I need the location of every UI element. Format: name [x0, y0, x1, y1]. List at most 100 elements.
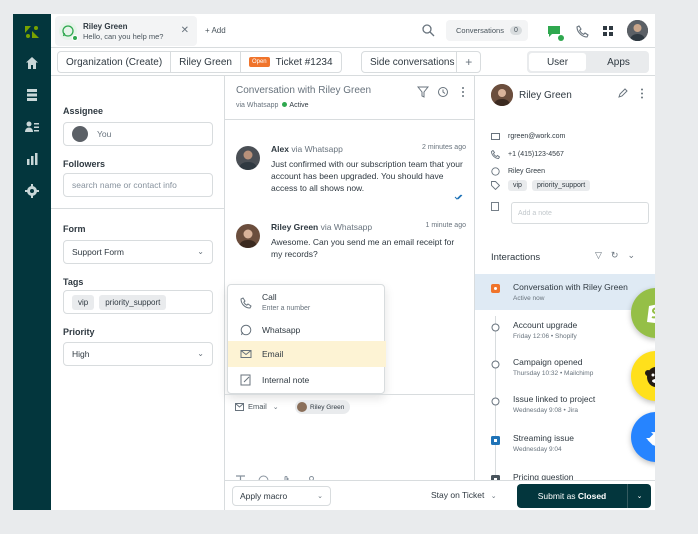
- search-icon[interactable]: [421, 23, 435, 37]
- assignee-field[interactable]: You: [63, 122, 213, 146]
- author-name: Alex: [271, 144, 289, 154]
- interaction-item[interactable]: Streaming issue Wednesday 9:04: [475, 433, 655, 463]
- interaction-title: Account upgrade: [513, 320, 578, 330]
- interaction-item[interactable]: Account upgrade Friday 12:06 • Shopify: [475, 320, 655, 350]
- channel-menu: Call Enter a number Whatsapp Email Inter…: [227, 284, 386, 394]
- message-time: 1 minute ago: [425, 222, 466, 229]
- ticket-marker-icon: [491, 436, 500, 445]
- conversation-marker-icon: [491, 284, 500, 293]
- views-icon[interactable]: [23, 86, 41, 104]
- channel-sublabel: Enter a number: [262, 305, 311, 312]
- conversations-button[interactable]: Conversations 0: [446, 20, 528, 41]
- conversations-label: Conversations: [456, 26, 504, 35]
- apply-macro-select[interactable]: Apply macro ⌄: [232, 486, 331, 506]
- chevron-down-icon: ⌄: [272, 403, 279, 411]
- channel-option-internal-note[interactable]: Internal note: [228, 367, 386, 393]
- reporting-icon[interactable]: [23, 150, 41, 168]
- more-options-icon[interactable]: [639, 88, 645, 99]
- add-tab-button[interactable]: + Add: [205, 26, 226, 35]
- message: Alex via Whatsapp 2 minutes ago Just con…: [236, 144, 466, 204]
- filter-icon[interactable]: [417, 86, 429, 98]
- add-side-conversation-button[interactable]: +: [456, 52, 480, 72]
- interaction-sub: Active now: [513, 295, 545, 302]
- tab-preview: Hello, can you help me?: [83, 32, 164, 41]
- divider: [51, 208, 225, 209]
- message-time: 2 minutes ago: [422, 144, 466, 151]
- requester-crumb[interactable]: Riley Green: [170, 52, 240, 72]
- channel-label: Call: [262, 292, 277, 302]
- organization-crumb[interactable]: Organization (Create): [58, 52, 170, 72]
- interaction-title: Conversation with Riley Green: [513, 282, 628, 292]
- interaction-item[interactable]: Issue linked to project Wednesday 9:08 •…: [475, 394, 655, 424]
- customer-email: rgreen@work.com: [491, 132, 565, 141]
- tags-field[interactable]: vip priority_support: [63, 290, 213, 314]
- recipient-chip[interactable]: Riley Green: [295, 400, 351, 414]
- channel-option-whatsapp[interactable]: Whatsapp: [228, 317, 386, 343]
- email-value: rgreen@work.com: [508, 133, 566, 140]
- history-icon[interactable]: [437, 86, 449, 98]
- chevron-down-icon[interactable]: ⌄: [627, 250, 635, 261]
- followers-input[interactable]: search name or contact info: [63, 173, 213, 197]
- close-tab-icon[interactable]: ✕: [181, 25, 189, 36]
- agent-avatar: [236, 146, 260, 170]
- filter-icon[interactable]: ▽: [595, 250, 602, 261]
- customer-whatsapp: Riley Green: [491, 167, 545, 176]
- submit-button[interactable]: Submit as Closed ⌄: [517, 484, 651, 508]
- chevron-down-icon: ⌄: [317, 493, 323, 500]
- settings-icon[interactable]: [23, 182, 41, 200]
- composer-channel-select[interactable]: Email ⌄: [235, 402, 279, 411]
- apps-grid-icon[interactable]: [600, 23, 616, 39]
- recipient-avatar: [297, 402, 307, 412]
- side-conversations-tab[interactable]: Side conversations +: [361, 51, 481, 73]
- home-icon[interactable]: [23, 54, 41, 72]
- submit-label: Submit as Closed: [517, 491, 627, 501]
- stay-on-ticket-select[interactable]: Stay on Ticket ⌄: [431, 490, 497, 500]
- channel-option-call[interactable]: Call Enter a number: [228, 289, 386, 317]
- interaction-item[interactable]: Campaign opened Thursday 10:32 • Mailchi…: [475, 357, 655, 387]
- conversation-header: Conversation with Riley Green via Whatsa…: [225, 76, 474, 120]
- apps-tab[interactable]: Apps: [590, 53, 647, 71]
- ticket-crumb[interactable]: Open Ticket #1234: [239, 52, 341, 72]
- customers-icon[interactable]: [23, 118, 41, 136]
- ticket-properties-panel: Assignee You Followers search name or co…: [51, 76, 225, 510]
- online-status-dot: [72, 35, 78, 41]
- followers-label: Followers: [63, 159, 106, 169]
- form-label: Form: [63, 224, 86, 234]
- top-bar: Riley Green Hello, can you help me? ✕ + …: [51, 14, 655, 48]
- phone-icon: [491, 150, 500, 159]
- interaction-sub: Wednesday 9:08 • Jira: [513, 407, 579, 414]
- user-tab[interactable]: User: [529, 53, 586, 71]
- form-select[interactable]: Support Form ⌄: [63, 240, 213, 264]
- chevron-down-icon: ⌄: [490, 493, 497, 500]
- refresh-icon[interactable]: ↻: [611, 250, 619, 261]
- channel-option-email[interactable]: Email: [228, 341, 386, 367]
- phone-value: +1 (415)123-4567: [508, 151, 564, 158]
- agent-avatar[interactable]: [627, 20, 648, 41]
- tags-label: Tags: [63, 277, 84, 287]
- email-icon: [235, 402, 244, 411]
- ticket-tab[interactable]: Riley Green Hello, can you help me? ✕: [55, 16, 197, 46]
- chat-online-dot: [558, 35, 564, 41]
- edit-icon[interactable]: [617, 88, 628, 99]
- active-dot: [282, 102, 288, 107]
- agent-workspace: Riley Green Hello, can you help me? ✕ + …: [13, 14, 655, 510]
- conversation-panel: Conversation with Riley Green via Whatsa…: [225, 76, 474, 510]
- assignee-value: You: [97, 129, 112, 139]
- interaction-item[interactable]: Conversation with Riley Green Active now: [475, 274, 655, 310]
- more-options-icon[interactable]: [457, 86, 469, 98]
- tag-vip[interactable]: vip: [72, 294, 95, 310]
- priority-select[interactable]: High ⌄: [63, 342, 213, 366]
- tag-vip[interactable]: vip: [508, 180, 527, 191]
- conversation-via: via Whatsapp: [236, 102, 279, 109]
- tag-priority-support[interactable]: priority_support: [531, 180, 591, 191]
- conversation-title: Conversation with Riley Green: [236, 85, 372, 96]
- tag-priority-support[interactable]: priority_support: [99, 294, 167, 310]
- chevron-down-icon[interactable]: ⌄: [627, 484, 651, 508]
- customer-tags: vip priority_support: [491, 180, 595, 191]
- customer-avatar: [491, 84, 513, 106]
- add-note-input[interactable]: Add a note: [511, 202, 649, 224]
- submit-prefix: Submit as: [537, 491, 578, 501]
- message: Riley Green via Whatsapp 1 minute ago Aw…: [236, 222, 466, 262]
- breadcrumb: Organization (Create) Riley Green Open Ti…: [57, 51, 342, 73]
- phone-icon[interactable]: [573, 22, 591, 40]
